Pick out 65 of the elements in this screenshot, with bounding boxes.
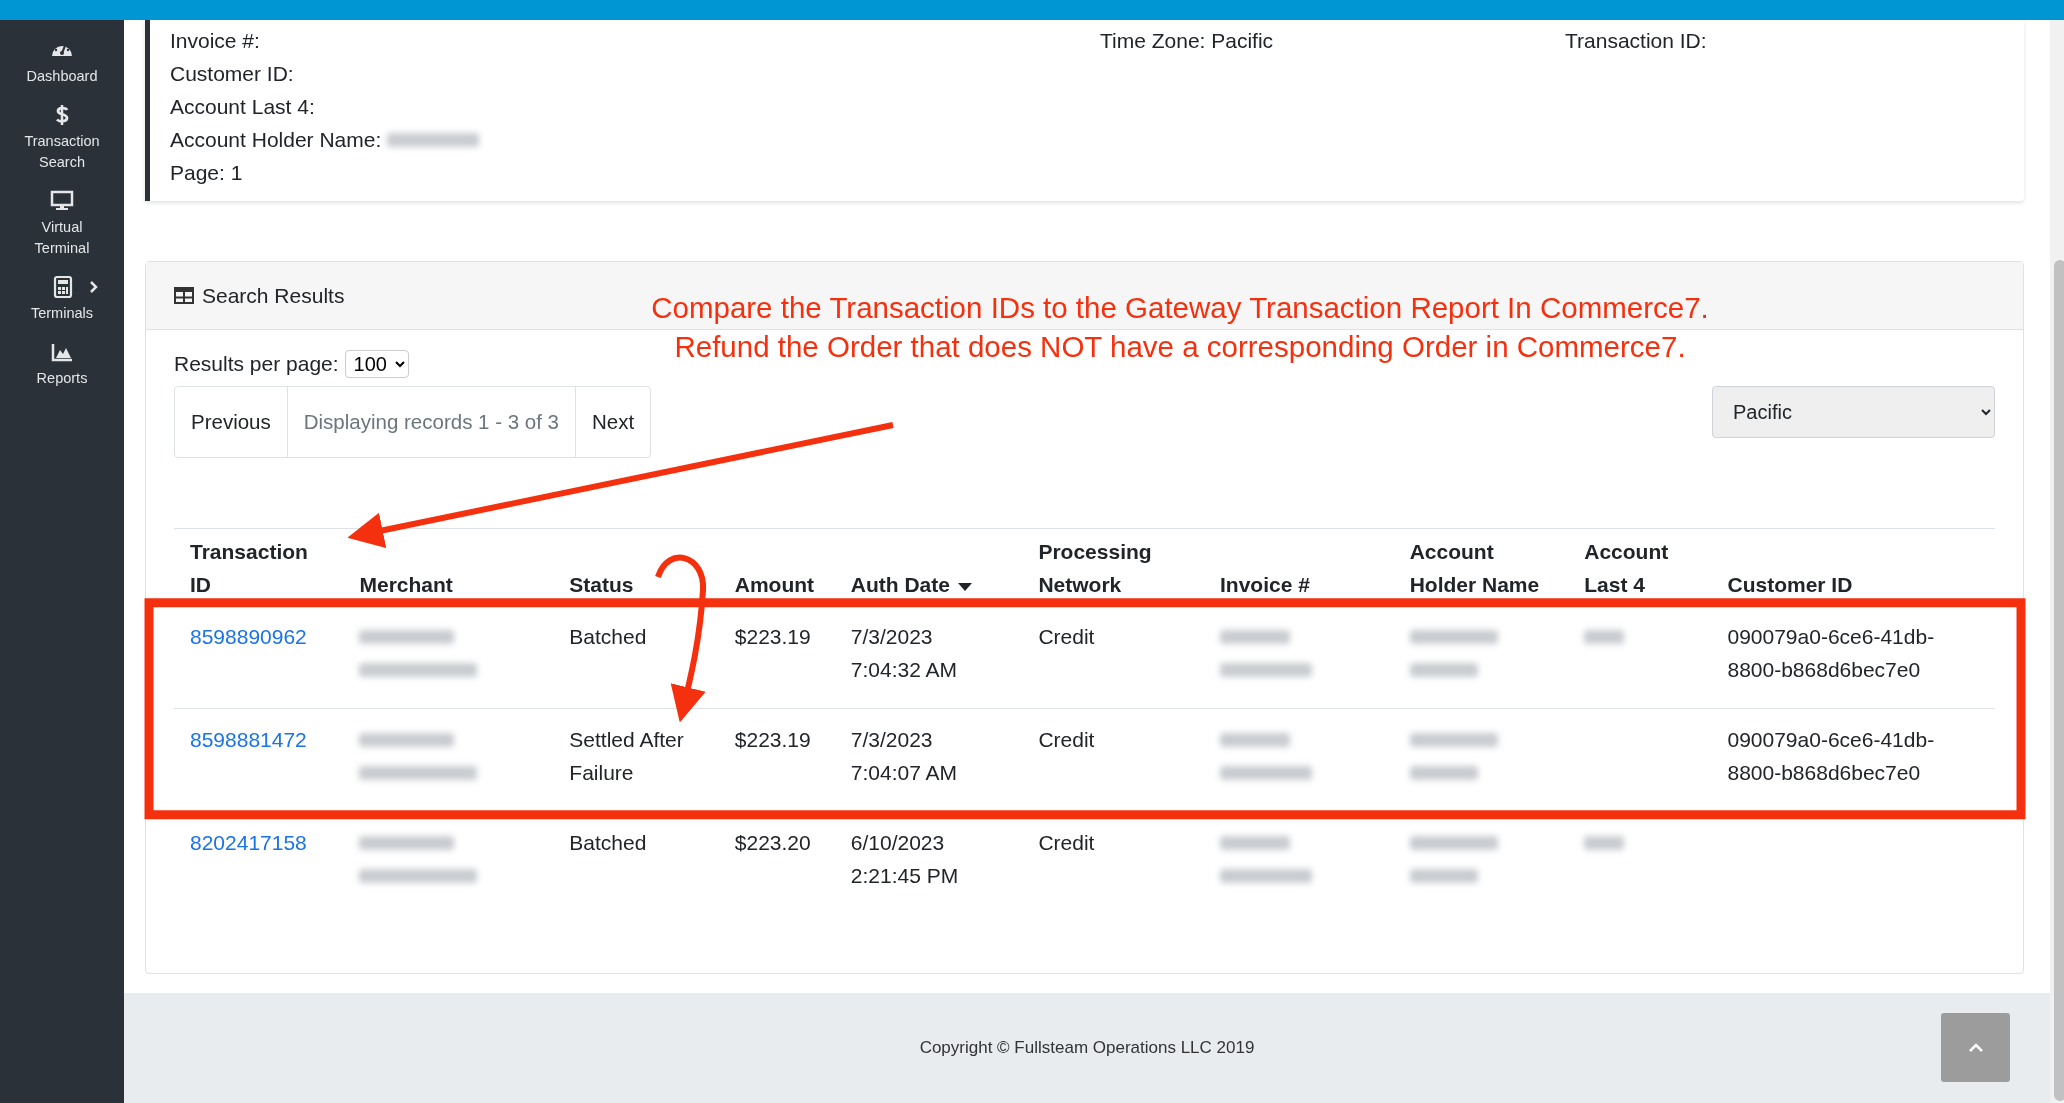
sort-desc-icon [957, 582, 972, 591]
column-header: Status [553, 528, 719, 606]
monitor-icon [50, 189, 74, 213]
annotation-text: Compare the Transaction IDs to the Gateway Transaction Report In Commerce7. [650, 290, 1710, 326]
results-per-page-label: Results per page: [174, 351, 339, 377]
column-header: Invoice # [1204, 528, 1394, 606]
card-title: Search Results [202, 282, 345, 309]
column-header: Account Last 4 [1568, 528, 1712, 606]
filter-label: Page: 1 [170, 160, 243, 186]
table-cell: $223.19 [718, 605, 835, 709]
scrollbar[interactable] [2050, 20, 2064, 1103]
sidebar-item[interactable]: Virtual Terminal [0, 189, 124, 259]
column-header: Processing Network [1022, 528, 1205, 606]
annotation-text: Refund the Order that does NOT have a corresponding Order in Commerce7. [673, 329, 1687, 365]
column-header: Account Holder Name [1393, 528, 1569, 606]
table-cell: Credit [1022, 708, 1205, 812]
filter-label: Invoice #: [170, 28, 260, 54]
table-icon [174, 287, 194, 304]
copyright-text: Copyright © Fullsteam Operations LLC 2019 [919, 1037, 1255, 1060]
transaction-link[interactable]: 8598890962 [190, 625, 307, 649]
chevron-right-icon [89, 280, 99, 294]
table-cell-text: 6/10/2023 2:21:45 PM [849, 830, 960, 890]
table-cell: 7/3/2023 7:04:32 AM [834, 605, 1023, 709]
redacted-value [1220, 836, 1291, 851]
table-cell: 7/3/2023 7:04:07 AM [834, 708, 1023, 812]
column-header: Transaction ID [174, 528, 344, 606]
redacted-value [1220, 630, 1291, 645]
table-cell-text: Credit [1037, 830, 1096, 857]
filter-label: Transaction ID: [1565, 28, 1707, 54]
redacted-value [1584, 630, 1625, 645]
column-header[interactable]: Auth Date [834, 528, 1023, 606]
table-cell: 090079a0-6ce6-41db-8800-b868d6bec7e0 [1711, 708, 1995, 812]
sidebar-item[interactable]: Reports [0, 340, 124, 389]
sidebar-item[interactable]: Dashboard [0, 38, 124, 87]
sidebar-item[interactable]: Transaction Search [0, 103, 124, 173]
redacted-value [1220, 733, 1291, 748]
table-cell-text: Batched [568, 830, 648, 857]
sidebar-item[interactable]: Terminals [0, 275, 124, 324]
table-cell: 090079a0-6ce6-41db-8800-b868d6bec7e0 [1711, 605, 1995, 709]
scroll-top-button[interactable] [1941, 1013, 2010, 1082]
redacted-value [1409, 663, 1478, 678]
filter-label: Time Zone: Pacific [1100, 28, 1274, 54]
previous-button[interactable]: Previous [175, 386, 288, 458]
table-cell: Credit [1022, 605, 1205, 709]
filter-label: Account Holder Name: [170, 127, 382, 153]
next-button[interactable]: Next [576, 386, 651, 458]
per-page-select[interactable]: 100 [344, 349, 409, 378]
column-header: Customer ID [1711, 528, 1995, 606]
table-cell-text: $223.20 [733, 830, 812, 857]
records-status: Displaying records 1 - 3 of 3 [287, 386, 576, 458]
calculator-icon [51, 275, 75, 299]
transaction-link[interactable]: 8598881472 [190, 728, 307, 752]
timezone-select[interactable]: Pacific [1712, 385, 1995, 438]
filter-label: Customer ID: [170, 61, 294, 87]
filter-label: Account Last 4: [170, 94, 315, 120]
caret-up-icon [1968, 1043, 1983, 1052]
table-cell: Batched [553, 605, 719, 709]
redacted-value [1409, 766, 1478, 781]
column-header: Amount [718, 528, 835, 606]
redacted-value [1584, 836, 1625, 851]
transaction-link[interactable]: 8202417158 [190, 831, 307, 855]
column-header: Merchant [343, 528, 554, 606]
table-cell: Settled After Failure [553, 708, 719, 812]
redacted-value [1409, 869, 1478, 884]
table-cell: $223.19 [718, 708, 835, 812]
